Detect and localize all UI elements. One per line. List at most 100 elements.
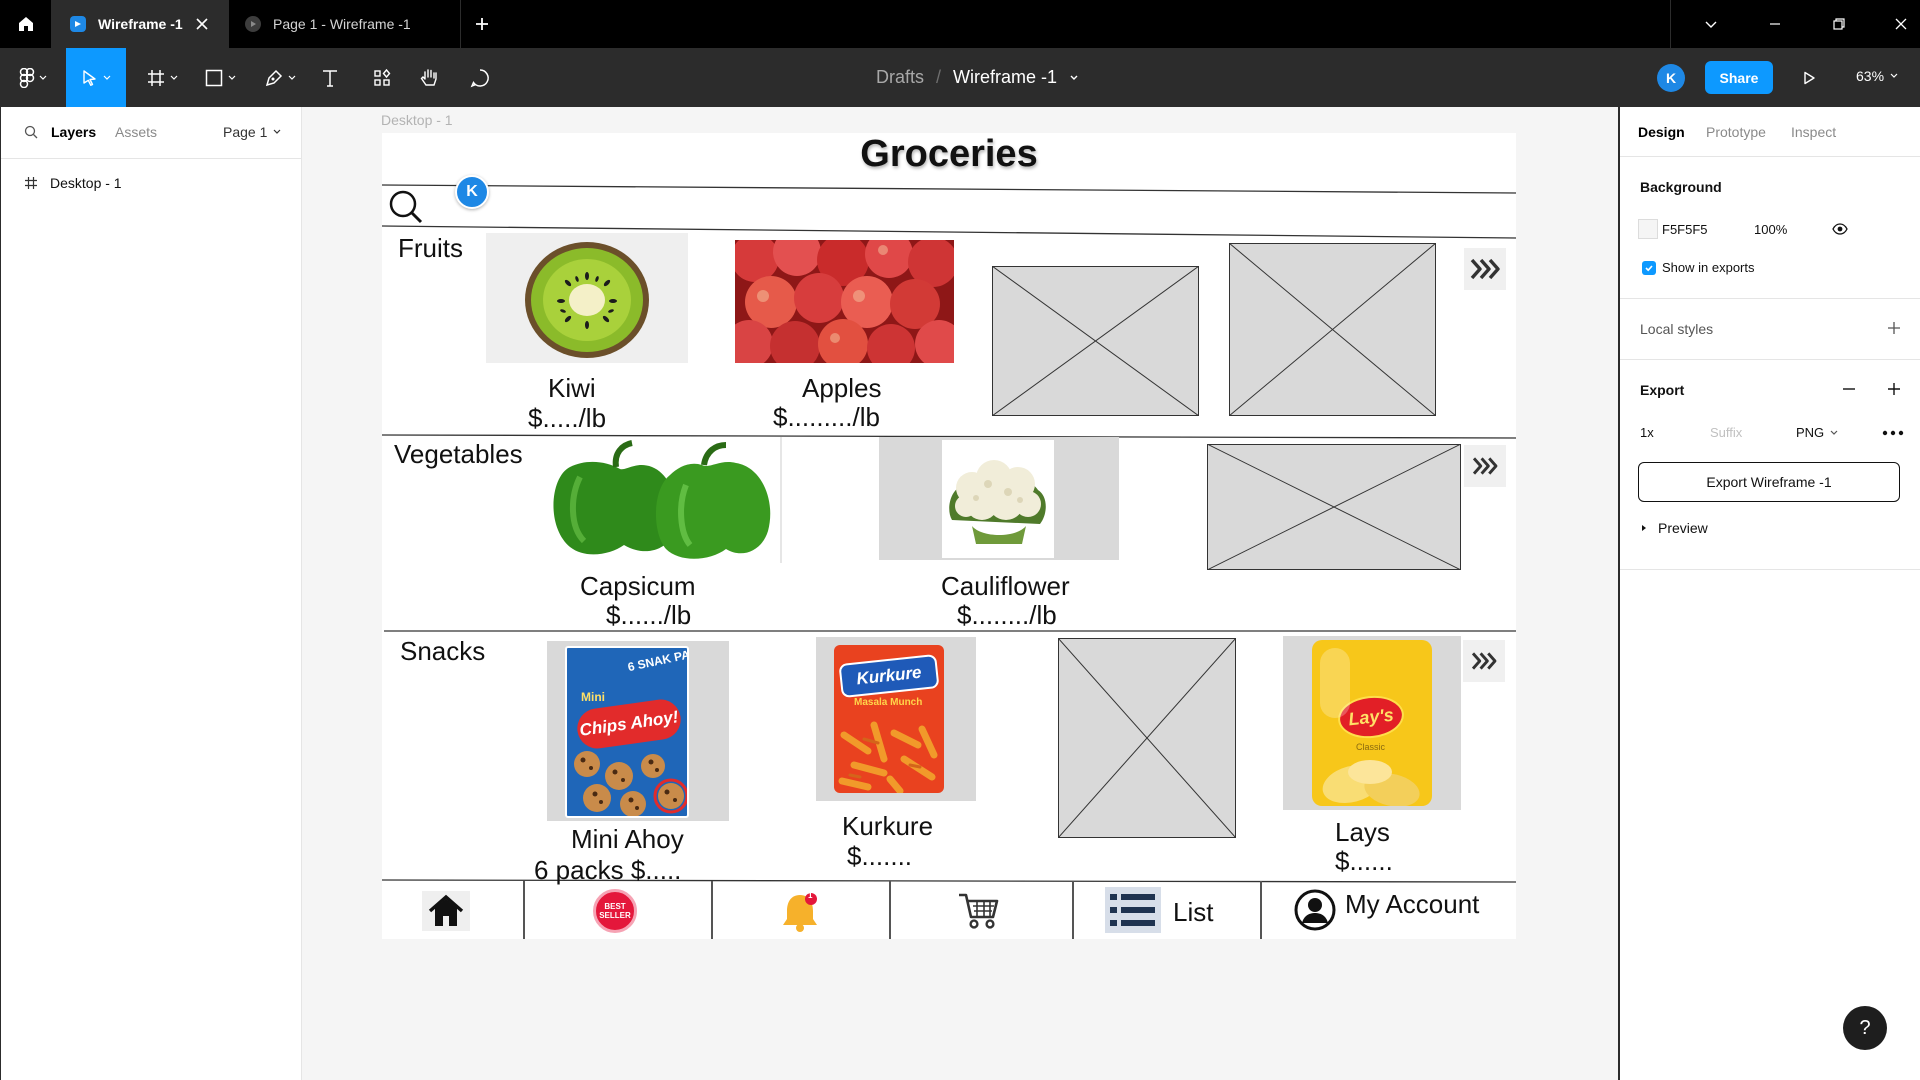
rectangle-icon xyxy=(205,69,223,86)
home-icon xyxy=(428,894,464,926)
chevron-down-icon xyxy=(228,75,236,80)
figma-file-icon xyxy=(70,16,86,32)
image-placeholder xyxy=(1058,638,1236,838)
move-tool-button[interactable] xyxy=(66,48,126,107)
text-tool-button[interactable] xyxy=(314,48,346,107)
comment-tool-button[interactable] xyxy=(464,48,496,107)
resources-tool-button[interactable] xyxy=(366,48,398,107)
eye-icon[interactable] xyxy=(1832,223,1848,235)
design-canvas[interactable]: Desktop - 1 Groceries K Fruits Kiwi $...… xyxy=(302,107,1618,1080)
tab-assets[interactable]: Assets xyxy=(115,124,157,140)
hand-tool-button[interactable] xyxy=(414,48,446,107)
pen-tool-button[interactable] xyxy=(256,48,304,107)
tab-wireframe-1[interactable]: Wireframe -1 xyxy=(51,0,229,48)
restore-icon xyxy=(1833,18,1845,30)
tab-layers[interactable]: Layers xyxy=(51,124,96,140)
frame-tool-button[interactable] xyxy=(138,48,186,107)
shape-tool-button[interactable] xyxy=(196,48,244,107)
right-properties-panel: Design Prototype Inspect Background F5F5… xyxy=(1618,107,1920,1080)
fruits-next-button[interactable] xyxy=(1464,248,1506,290)
vegetables-next-button[interactable] xyxy=(1464,445,1506,487)
new-tab-button[interactable] xyxy=(470,12,494,36)
tab-design[interactable]: Design xyxy=(1638,124,1685,140)
item-name-kurkure: Kurkure xyxy=(842,811,934,841)
frame-label[interactable]: Desktop - 1 xyxy=(381,112,453,128)
tab-page-1-wireframe[interactable]: Page 1 - Wireframe -1 xyxy=(229,0,461,48)
show-in-exports-checkbox[interactable] xyxy=(1642,261,1656,275)
breadcrumb-drafts-link[interactable]: Drafts xyxy=(876,67,924,88)
pen-icon xyxy=(265,69,283,86)
home-button[interactable] xyxy=(0,0,51,48)
export-scale-value[interactable]: 1x xyxy=(1640,425,1654,440)
minus-icon[interactable] xyxy=(1842,382,1856,396)
local-styles-title: Local styles xyxy=(1640,321,1714,337)
notification-count: 1 xyxy=(808,891,813,900)
present-button[interactable] xyxy=(1797,66,1821,90)
background-hex-value[interactable]: F5F5F5 xyxy=(1662,222,1708,237)
chevron-down-icon xyxy=(1830,430,1838,435)
list-icon xyxy=(1110,894,1155,926)
background-color-swatch[interactable] xyxy=(1638,219,1658,239)
snacks-next-button[interactable] xyxy=(1463,640,1505,682)
plus-icon[interactable] xyxy=(1887,321,1901,335)
help-button[interactable]: ? xyxy=(1843,1006,1887,1050)
main-menu-button[interactable] xyxy=(10,48,56,107)
nav-my-account-button[interactable]: My Account xyxy=(1262,881,1516,939)
breadcrumb-separator: / xyxy=(936,67,942,87)
user-avatar[interactable]: K xyxy=(1657,64,1685,92)
triple-chevron-right-icon xyxy=(1472,457,1498,475)
chevron-down-icon xyxy=(39,75,47,80)
page-selector-label: Page 1 xyxy=(223,124,268,140)
right-panel-tabs: Design Prototype Inspect xyxy=(1620,107,1920,157)
triple-chevron-right-icon xyxy=(1470,258,1500,280)
close-icon xyxy=(196,18,208,30)
minimize-icon xyxy=(1770,23,1780,25)
nav-notifications-button[interactable]: 1 xyxy=(713,881,889,939)
preview-toggle[interactable]: Preview xyxy=(1640,520,1708,536)
tab-inspect[interactable]: Inspect xyxy=(1791,124,1836,140)
image-placeholder xyxy=(1207,444,1461,570)
close-tab-button[interactable] xyxy=(193,15,211,36)
close-icon xyxy=(1895,18,1907,30)
tab-prototype[interactable]: Prototype xyxy=(1706,124,1766,140)
wireframe-frame-desktop-1[interactable]: Groceries K Fruits Kiwi $...../lb Apples… xyxy=(382,133,1516,939)
search-icon[interactable] xyxy=(388,189,424,225)
layer-row-desktop-1[interactable]: Desktop - 1 xyxy=(1,167,303,199)
kurkure-image: Kurkure Masala Munch xyxy=(816,637,976,801)
nav-best-seller-button[interactable]: BEST SELLER xyxy=(525,881,712,939)
export-suffix-input[interactable]: Suffix xyxy=(1710,425,1742,440)
package-brand: Chips Ahoy! xyxy=(574,696,684,752)
more-options-icon[interactable] xyxy=(1882,430,1904,436)
package-text: Masala Munch xyxy=(854,697,923,708)
close-window-button[interactable] xyxy=(1889,12,1913,36)
nav-home-button[interactable] xyxy=(382,881,524,939)
file-name-button[interactable]: Wireframe -1 xyxy=(953,67,1057,88)
tab-label: Wireframe -1 xyxy=(98,16,183,32)
caret-right-icon xyxy=(1642,525,1646,531)
share-button[interactable]: Share xyxy=(1705,61,1773,94)
export-button[interactable]: Export Wireframe -1 xyxy=(1638,462,1900,502)
restore-button[interactable] xyxy=(1827,12,1851,36)
item-price-kiwi: $...../lb xyxy=(528,403,607,433)
package-brand: Kurkure xyxy=(838,653,940,699)
chips-ahoy-image: 6 SNAK PAKS Mini Chips Ahoy! xyxy=(547,641,729,821)
minimize-button[interactable] xyxy=(1763,12,1787,36)
background-opacity-value[interactable]: 100% xyxy=(1754,222,1787,237)
tabs-dropdown-button[interactable] xyxy=(1699,12,1723,36)
export-format-dropdown[interactable]: PNG xyxy=(1796,425,1838,440)
search-icon[interactable] xyxy=(24,125,38,139)
zoom-level: 63% xyxy=(1856,68,1885,84)
figma-logo-icon xyxy=(19,67,35,88)
apples-image xyxy=(735,240,954,363)
lays-image: Lay's Classic xyxy=(1283,636,1461,810)
chevron-down-icon[interactable] xyxy=(1069,73,1079,83)
plus-icon[interactable] xyxy=(1887,382,1901,396)
zoom-dropdown[interactable]: 63% xyxy=(1856,68,1898,84)
item-price-capsicum: $....../lb xyxy=(606,600,692,630)
item-price-cauliflower: $......../lb xyxy=(957,600,1057,630)
nav-cart-button[interactable] xyxy=(891,881,1071,939)
comment-bubble-icon xyxy=(470,68,489,87)
item-price-apples: $........./lb xyxy=(773,402,880,432)
nav-list-button[interactable]: List xyxy=(1074,881,1261,939)
page-selector-dropdown[interactable]: Page 1 xyxy=(223,124,281,140)
